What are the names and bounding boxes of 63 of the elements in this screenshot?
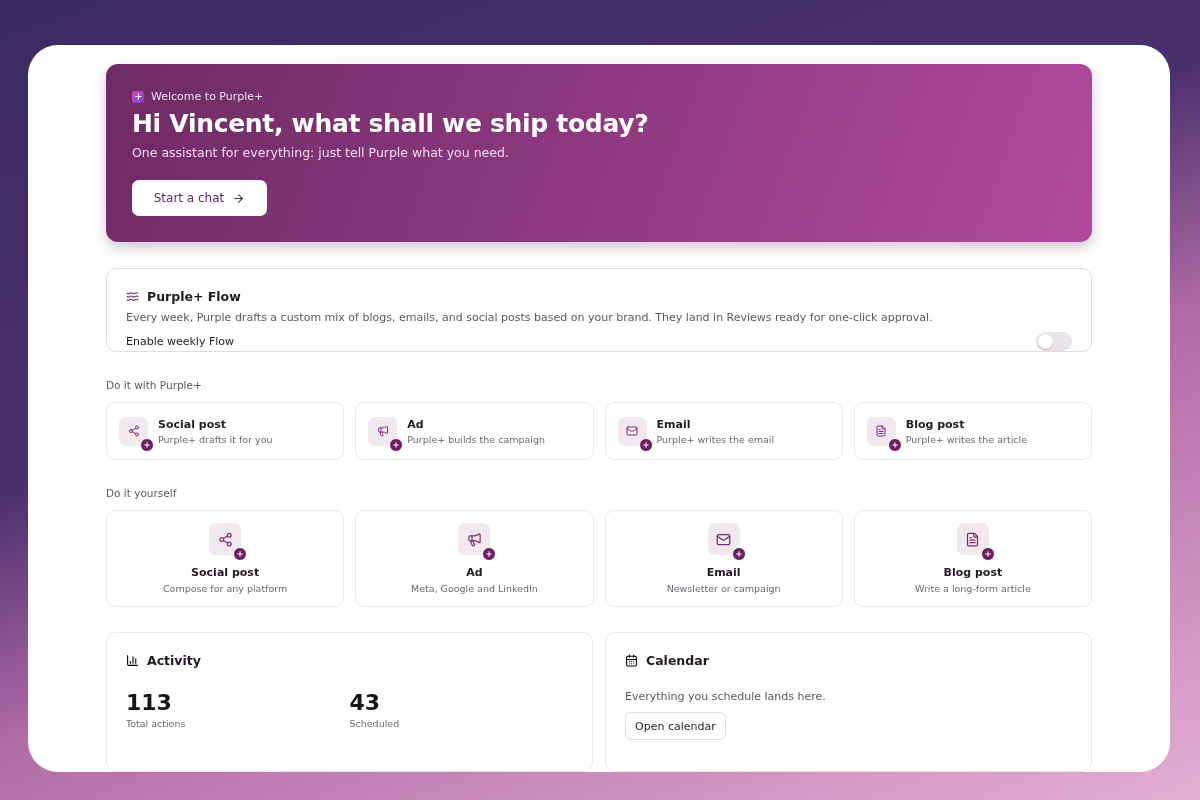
stat-value: 113	[126, 690, 173, 715]
compose-card[interactable]: Social post Compose for any platform	[106, 510, 345, 607]
document-icon	[875, 425, 888, 437]
card-title: Social post	[158, 417, 228, 431]
plus-icon	[140, 437, 154, 452]
card-title: Ad	[407, 417, 425, 431]
share-icon	[127, 425, 140, 437]
card-title: Email	[656, 417, 692, 431]
calendar-title: Calendar	[646, 653, 709, 668]
card-title: Blog post	[905, 417, 966, 431]
assist-card[interactable]: Email Purple+ writes the email	[604, 402, 843, 460]
card-subtitle: Write a long-form article	[914, 583, 1031, 594]
plus-icon	[638, 437, 653, 452]
plus-logo-icon	[132, 90, 144, 103]
stat-value: 43	[349, 690, 382, 715]
greeting-title: Hi Vincent, what shall we ship today?	[132, 109, 650, 138]
flow-toggle[interactable]	[1036, 332, 1072, 351]
compose-card[interactable]: Ad Meta, Google and LinkedIn	[355, 510, 594, 607]
card-title: Social post	[191, 566, 260, 579]
card-subtitle: Meta, Google and LinkedIn	[410, 583, 538, 594]
card-subtitle: Purple+ writes the email	[656, 433, 775, 445]
mail-icon	[716, 531, 732, 547]
flow-description: Every week, Purple drafts a custom mix of blogs, emails, and social posts based on your brand. They land in Reviews ready for one-click approval.	[126, 311, 934, 324]
plus-icon	[389, 437, 404, 452]
arrow-icon	[232, 191, 246, 205]
compose-card[interactable]: Email Newsletter or campaign	[604, 510, 843, 607]
card-title: Ad	[466, 566, 483, 579]
plus-icon	[887, 437, 902, 452]
megaphone-icon	[466, 531, 482, 547]
card-subtitle: Compose for any platform	[162, 583, 288, 594]
compose-card[interactable]: Blog post Write a long-form article	[853, 510, 1092, 607]
card-subtitle: Purple+ builds the campaign	[407, 433, 545, 445]
calendar-icon	[625, 654, 638, 667]
plus-icon	[233, 547, 248, 561]
card-subtitle: Purple+ writes the article	[905, 433, 1027, 445]
stat-label: Scheduled	[349, 718, 401, 729]
toggle-label: Enable weekly Flow	[126, 335, 235, 348]
card-title: Email	[706, 566, 741, 579]
start-chat-button[interactable]: Start a chat	[132, 180, 267, 216]
card-subtitle: Purple+ drafts it for you	[158, 433, 273, 445]
plus-icon	[731, 547, 746, 561]
flow-title: Purple+ Flow	[147, 289, 241, 304]
megaphone-icon	[376, 425, 389, 437]
card-title: Blog post	[943, 566, 1003, 579]
mail-icon	[626, 425, 638, 437]
card-subtitle: Newsletter or campaign	[666, 583, 781, 594]
assist-card[interactable]: Blog post Purple+ writes the article	[853, 402, 1092, 460]
assist-card[interactable]: Ad Purple+ builds the campaign	[355, 402, 594, 460]
assist-card[interactable]: Social post Purple+ drafts it for you	[106, 402, 345, 460]
plus-icon	[482, 547, 497, 561]
section-heading: Do it with Purple+	[106, 379, 203, 391]
welcome-label: Welcome to Purple+	[151, 90, 264, 103]
greeting-subtitle: One assistant for everything: just tell Purple what you need.	[132, 145, 510, 160]
document-icon	[965, 531, 981, 547]
open-calendar-button[interactable]: Open calendar	[625, 712, 726, 740]
activity-title: Activity	[147, 653, 201, 668]
calendar-text: Everything you schedule lands here.	[625, 690, 827, 703]
stat-label: Total actions	[126, 718, 187, 729]
waves-icon	[126, 290, 139, 303]
plus-icon	[980, 547, 995, 561]
share-icon	[217, 531, 233, 547]
section-heading: Do it yourself	[106, 487, 178, 499]
bar-chart-icon	[126, 654, 139, 667]
